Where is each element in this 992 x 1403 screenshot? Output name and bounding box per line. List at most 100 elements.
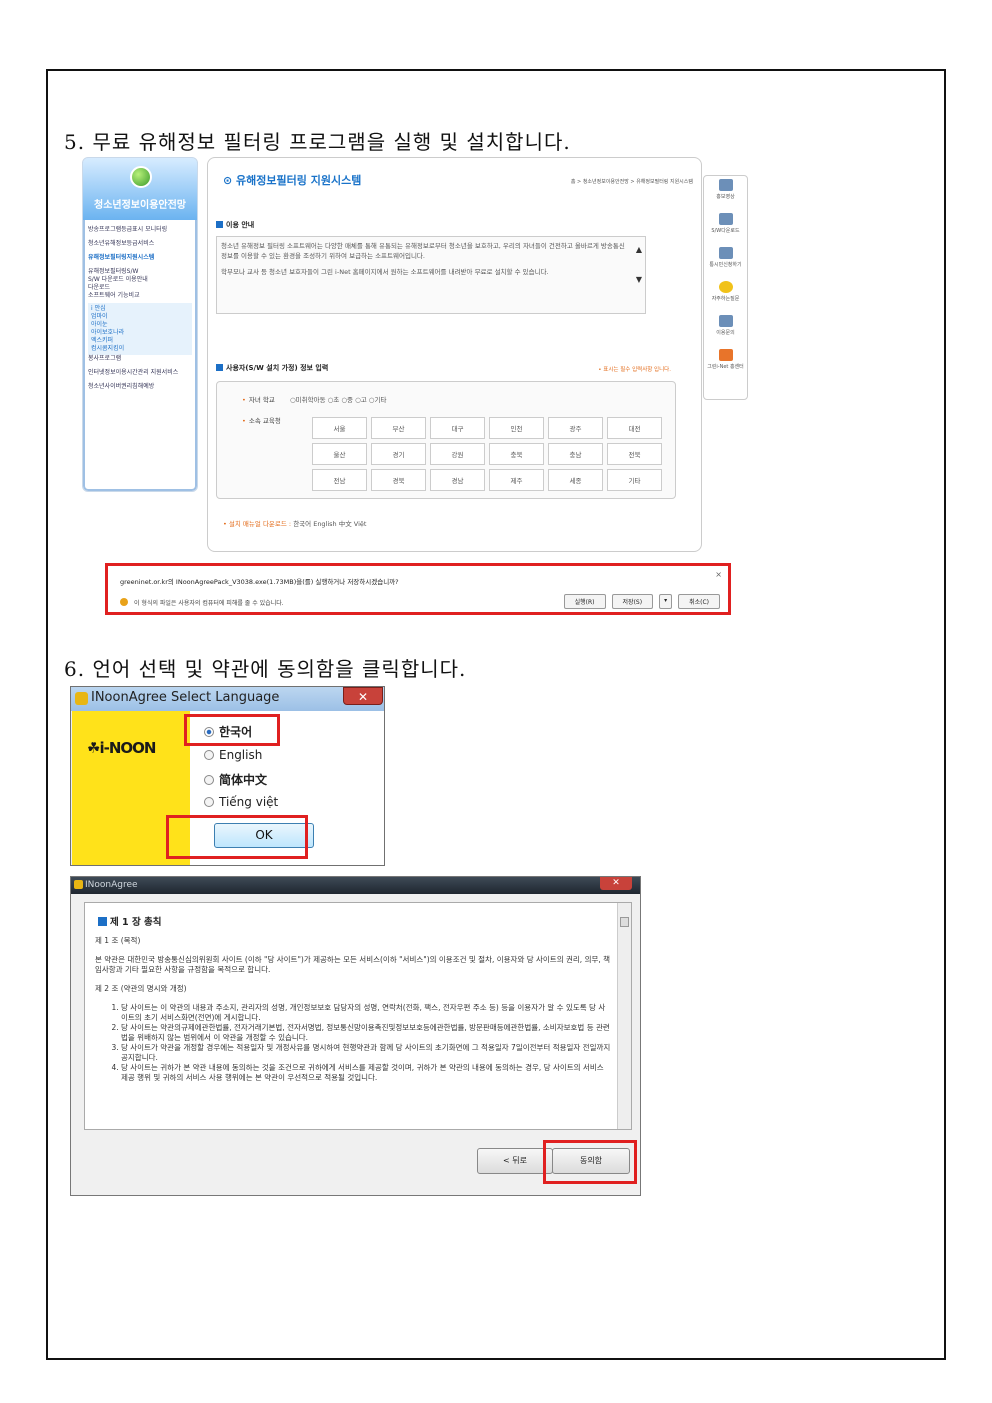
close-icon[interactable]: × xyxy=(715,570,722,579)
child-school-label: • 자녀 학교 xyxy=(242,396,275,404)
radio-icon xyxy=(204,750,214,760)
square-icon xyxy=(98,917,107,926)
region-button[interactable]: 전북 xyxy=(607,443,662,465)
region-button[interactable]: 경남 xyxy=(430,469,485,491)
article-2-list: 당 사이트는 이 약관의 내용과 주소지, 관리자의 성명, 개인정보보호 담당… xyxy=(121,1003,611,1083)
quick-menu-item[interactable]: S/W다운로드 xyxy=(704,210,747,244)
region-button[interactable]: 충남 xyxy=(548,443,603,465)
terms-document[interactable]: 제 1 장 총칙 제 1 조 (목적) 본 약관은 대한민국 방송통신심의위원회… xyxy=(84,902,632,1130)
cancel-button[interactable]: 취소(C) xyxy=(678,594,720,609)
article-1-title: 제 1 조 (목적) xyxy=(95,936,141,945)
software-item[interactable]: 아이눈 xyxy=(91,321,189,329)
sidebar-item[interactable]: 청소년유해정보등급서비스 xyxy=(88,240,192,248)
region-button[interactable]: 경북 xyxy=(371,469,426,491)
window-title: INoonAgree Select Language xyxy=(91,690,280,705)
quick-menu-item[interactable]: 통시민신청하기 xyxy=(704,244,747,278)
guide-text-1: 청소년 유해정보 필터링 소프트웨어는 다양한 매체를 통해 유통되는 유해정보… xyxy=(221,242,625,260)
quick-menu-item[interactable]: 홍보영상 xyxy=(704,176,747,210)
chart-icon xyxy=(718,247,733,259)
region-button[interactable]: 제주 xyxy=(489,469,544,491)
run-button[interactable]: 실행(R) xyxy=(563,594,606,609)
region-button[interactable]: 부산 xyxy=(371,417,426,439)
region-button[interactable]: 울산 xyxy=(312,443,367,465)
region-button[interactable]: 전남 xyxy=(312,469,367,491)
user-info-form: • 자녀 학교 ○미취학아동 ○초 ○중 ○고 ○기타 • 소속 교육청 서울 부산… xyxy=(216,381,676,499)
article-2-title: 제 2 조 (약관의 명시와 개정) xyxy=(95,984,187,993)
sidebar-item[interactable]: 청소년사이버권리침해예방 xyxy=(88,383,192,391)
main-panel: ⊙ 유해정보필터링 지원시스템 홈 > 청소년정보이용안전망 > 유해정보필터링… xyxy=(207,157,702,552)
quick-menu-item[interactable]: 이용문의 xyxy=(704,312,747,346)
quick-menu-item[interactable]: 그린i-Net 홍센터 xyxy=(704,346,747,380)
sidebar-title: 청소년정보이용안전망 xyxy=(94,200,186,211)
region-button[interactable]: 경기 xyxy=(371,443,426,465)
school-radio-group[interactable]: ○미취학아동 ○초 ○중 ○고 ○기타 xyxy=(290,394,386,404)
save-button[interactable]: 저장(S) xyxy=(611,594,654,609)
diamond-icon xyxy=(718,349,733,361)
quick-menu: 홍보영상 S/W다운로드 통시민신청하기 자주하는질문 이용문의 그린i-Net… xyxy=(703,175,748,400)
page-title: ⊙ 유해정보필터링 지원시스템 xyxy=(223,174,362,187)
language-option-vietnamese[interactable]: Tiếng việt xyxy=(204,795,278,809)
article-1-text: 본 약관은 대한민국 방송통신심의위원회 사이트 (이하 "당 사이트")가 제… xyxy=(95,955,611,974)
highlight-agree xyxy=(543,1140,637,1184)
site-screenshot: 청소년정보이용안전망 방송프로그램등급표시 모니터링 청소년유해정보등급서비스 … xyxy=(80,155,760,615)
required-note: • 표시는 필수 입력사항 입니다. xyxy=(598,367,671,373)
submenu-item[interactable]: 다운로드 xyxy=(88,284,192,292)
software-item[interactable]: 엑스키퍼 xyxy=(91,337,189,345)
submenu-item[interactable]: 소프트웨어 기능비교 xyxy=(88,292,192,300)
video-icon xyxy=(718,179,733,191)
radio-icon xyxy=(204,797,214,807)
submenu-item[interactable]: 유해정보필터링S/W xyxy=(88,268,192,276)
step6-title: 6. 언어 선택 및 약관에 동의함을 클릭합니다. xyxy=(64,657,467,681)
language-option-english[interactable]: English xyxy=(204,748,262,762)
back-button[interactable]: < 뒤로 xyxy=(477,1148,553,1174)
software-item[interactable]: i 안심 xyxy=(91,305,189,313)
app-icon xyxy=(74,880,83,889)
region-button[interactable]: 인천 xyxy=(489,417,544,439)
list-item: 당 사이트는 이 약관의 내용과 주소지, 관리자의 성명, 개인정보보호 담당… xyxy=(121,1003,611,1023)
region-button[interactable]: 서울 xyxy=(312,417,367,439)
sidebar-item[interactable]: 인터넷정보이용시간관리 지원서비스 xyxy=(88,369,192,377)
region-button[interactable]: 세종 xyxy=(548,469,603,491)
scrollbar[interactable] xyxy=(617,903,631,1129)
region-button[interactable]: 충북 xyxy=(489,443,544,465)
software-item[interactable]: 아이보호나라 xyxy=(91,329,189,337)
sidebar-item[interactable]: 방송프로그램등급표시 모니터링 xyxy=(88,226,192,234)
list-item: 당 사이트는 귀하가 본 약관 내용에 동의하는 것을 조건으로 귀하에게 서비… xyxy=(121,1063,611,1083)
user-info-heading: 사용자(S/W 설치 가정) 정보 입력 xyxy=(216,363,328,373)
step5-title: 5. 무료 유해정보 필터링 프로그램을 실행 및 설치합니다. xyxy=(64,130,571,154)
region-button[interactable]: 대구 xyxy=(430,417,485,439)
chapter-heading: 제 1 장 총칙 xyxy=(98,917,611,928)
highlight-ok xyxy=(166,815,308,859)
sidebar-item[interactable]: 봉사프로그램 xyxy=(88,355,192,363)
breadcrumb: 홈 > 청소년정보이용안전망 > 유해정보필터링 지원시스템 xyxy=(570,179,693,185)
region-grid: 서울 부산 대구 인천 광주 대전 울산 경기 강원 충북 충남 전북 전남 경… xyxy=(312,417,662,491)
guide-textbox[interactable]: 청소년 유해정보 필터링 소프트웨어는 다양한 매체를 통해 유통되는 유해정보… xyxy=(216,236,646,314)
save-options-dropdown[interactable]: ▾ xyxy=(659,594,673,609)
submenu-item[interactable]: S/W 다운로드 이용안내 xyxy=(88,276,192,284)
edu-office-label: • 소속 교육청 xyxy=(242,417,281,425)
sidebar-item-active[interactable]: 유해정보필터링지원시스템 xyxy=(88,254,192,262)
lightbulb-icon xyxy=(718,281,733,293)
close-button[interactable]: ✕ xyxy=(600,877,632,890)
software-item[interactable]: 컴시콤지킴이 xyxy=(91,345,189,353)
region-button[interactable]: 강원 xyxy=(430,443,485,465)
highlight-korean xyxy=(184,714,280,746)
monitor-icon xyxy=(718,315,733,327)
region-button[interactable]: 광주 xyxy=(548,417,603,439)
scroll-arrows-icon[interactable]: ▲ ▼ xyxy=(636,245,642,285)
language-option-chinese[interactable]: 简体中文 xyxy=(204,771,267,788)
quick-menu-item[interactable]: 자주하는질문 xyxy=(704,278,747,312)
window-titlebar: INoonAgree Select Language xyxy=(71,687,384,711)
manual-download: • 설치 매뉴얼 다운로드 : 한국어 English 中文 Việt xyxy=(223,520,367,528)
download-prompt: greeninet.or.kr의 INoonAgreePack_V3038.ex… xyxy=(105,563,731,615)
scroll-thumb[interactable] xyxy=(620,917,629,927)
mouse-icon xyxy=(718,213,733,225)
manual-language-links[interactable]: 한국어 English 中文 Việt xyxy=(293,520,366,528)
square-icon xyxy=(216,364,223,371)
close-button[interactable]: ✕ xyxy=(343,687,383,705)
region-button[interactable]: 기타 xyxy=(607,469,662,491)
guide-text-2: 학부모나 교사 등 청소년 보호자들이 그린 i-Net 홈페이지에서 원하는 … xyxy=(221,268,549,276)
region-button[interactable]: 대전 xyxy=(607,417,662,439)
warning-icon xyxy=(120,598,128,606)
software-item[interactable]: 엄마이 xyxy=(91,313,189,321)
